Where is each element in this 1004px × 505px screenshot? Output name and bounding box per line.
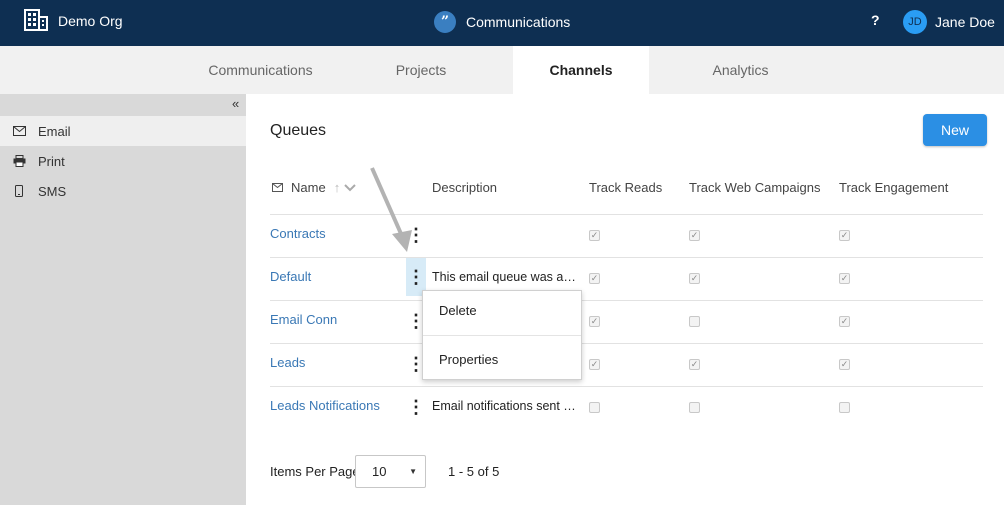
envelope-icon <box>272 180 283 195</box>
pagination-range: 1 - 5 of 5 <box>448 464 500 479</box>
queue-link-leads-notifications[interactable]: Leads Notifications <box>270 398 380 413</box>
menu-item-delete[interactable]: Delete <box>439 303 477 318</box>
sidebar-item-email[interactable]: Email <box>0 116 246 146</box>
org-switcher[interactable]: Demo Org <box>24 8 123 34</box>
track-web-checkbox: ✓ <box>689 230 700 241</box>
tab-bar: Communications Projects Channels Analyti… <box>0 46 1004 94</box>
track-engagement-checkbox <box>839 402 850 413</box>
track-reads-checkbox: ✓ <box>589 230 600 241</box>
user-name: Jane Doe <box>935 14 995 30</box>
mobile-icon <box>12 185 26 197</box>
quote-icon: ” <box>434 11 456 33</box>
tab-analytics[interactable]: Analytics <box>660 46 821 94</box>
tab-projects[interactable]: Projects <box>341 46 501 94</box>
track-reads-column-header[interactable]: Track Reads <box>589 180 662 195</box>
sidebar-item-label: Print <box>38 153 65 169</box>
track-web-checkbox <box>689 402 700 413</box>
track-reads-checkbox: ✓ <box>589 359 600 370</box>
new-queue-button[interactable]: New <box>923 114 987 146</box>
row-description: Email notifications sent … <box>432 399 576 413</box>
tab-channels[interactable]: Channels <box>513 46 649 94</box>
queue-link-leads[interactable]: Leads <box>270 355 305 370</box>
top-bar: Demo Org ” Communications ? JD Jane Doe <box>0 0 1004 46</box>
menu-item-properties[interactable]: Properties <box>439 352 498 367</box>
track-engagement-column-header[interactable]: Track Engagement <box>839 180 948 195</box>
track-engagement-checkbox: ✓ <box>839 359 850 370</box>
main-content: Queues New Name ↑ Description Track Read… <box>246 94 1004 505</box>
sidebar-item-label: Email <box>38 123 71 139</box>
track-reads-checkbox: ✓ <box>589 316 600 327</box>
avatar: JD <box>903 10 927 34</box>
items-per-page-label: Items Per Page <box>270 464 360 479</box>
row-description: This email queue was au… <box>432 270 578 284</box>
row-context-menu: Delete Properties <box>422 290 582 380</box>
sidebar: « Email Print SMS <box>0 94 246 505</box>
track-reads-checkbox <box>589 402 600 413</box>
app-name: Communications <box>466 14 571 30</box>
track-web-checkbox: ✓ <box>689 359 700 370</box>
track-reads-checkbox: ✓ <box>589 273 600 284</box>
annotation-arrow-icon <box>370 167 412 252</box>
track-engagement-checkbox: ✓ <box>839 273 850 284</box>
building-icon <box>24 8 48 34</box>
divider <box>270 343 983 344</box>
user-menu[interactable]: JD Jane Doe <box>903 9 995 35</box>
row-menu-icon[interactable]: ⋮ <box>406 388 426 426</box>
org-name: Demo Org <box>58 13 123 29</box>
chevron-down-icon[interactable] <box>344 180 356 195</box>
queue-link-default[interactable]: Default <box>270 269 311 284</box>
envelope-icon <box>12 126 26 136</box>
queue-link-contracts[interactable]: Contracts <box>270 226 326 241</box>
track-engagement-checkbox: ✓ <box>839 230 850 241</box>
sidebar-item-sms[interactable]: SMS <box>0 176 246 206</box>
track-web-checkbox: ✓ <box>689 273 700 284</box>
tab-communications[interactable]: Communications <box>180 46 341 94</box>
sidebar-item-label: SMS <box>38 183 67 199</box>
printer-icon <box>12 155 26 167</box>
help-button[interactable]: ? <box>871 12 880 28</box>
items-per-page-value: 10 <box>372 464 387 479</box>
track-web-checkbox <box>689 316 700 327</box>
divider <box>270 386 983 387</box>
track-engagement-checkbox: ✓ <box>839 316 850 327</box>
sidebar-item-print[interactable]: Print <box>0 146 246 176</box>
page-title: Queues <box>270 122 327 139</box>
divider <box>270 257 983 258</box>
collapse-sidebar-icon[interactable]: « <box>232 96 239 111</box>
app-switcher[interactable]: ” Communications <box>434 9 570 35</box>
items-per-page-select[interactable]: 10 ▼ <box>355 455 426 488</box>
dropdown-arrow-icon: ▼ <box>409 467 417 476</box>
name-column-header[interactable]: Name ↑ <box>272 180 356 195</box>
track-web-campaigns-column-header[interactable]: Track Web Campaigns <box>689 180 821 195</box>
menu-divider <box>423 335 581 336</box>
queue-link-email-conn[interactable]: Email Conn <box>270 312 337 327</box>
name-header-label: Name <box>291 180 326 195</box>
divider <box>270 300 983 301</box>
description-column-header[interactable]: Description <box>432 180 497 195</box>
sort-ascending-icon[interactable]: ↑ <box>334 180 341 195</box>
